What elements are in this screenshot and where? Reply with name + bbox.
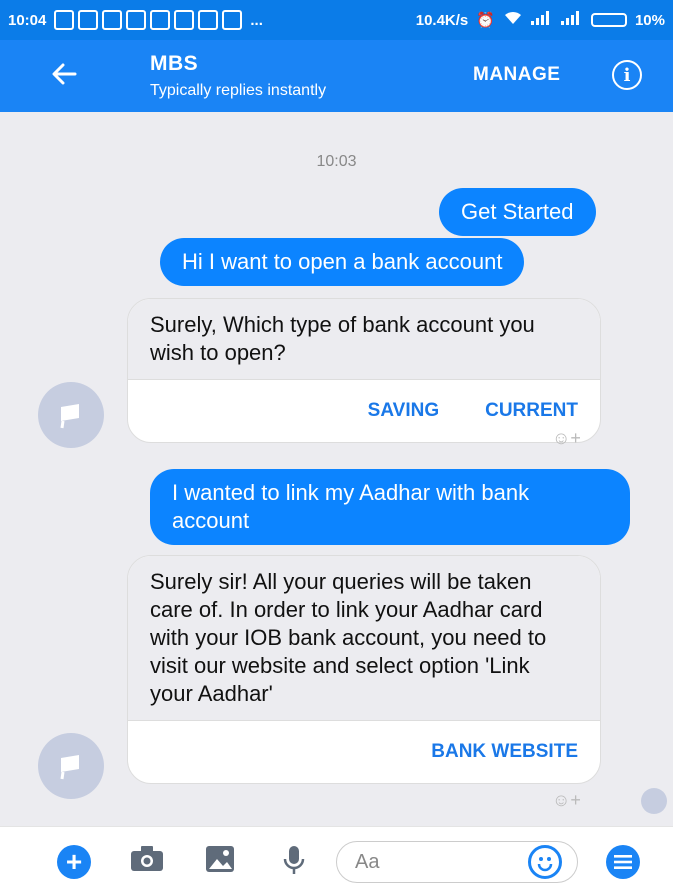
message-timestamp: 10:03: [316, 153, 357, 170]
outgoing-message[interactable]: I wanted to link my Aadhar with bank acc…: [150, 469, 630, 545]
info-icon[interactable]: i: [612, 60, 642, 90]
card-text: Surely sir! All your queries will be tak…: [128, 556, 600, 721]
notification-icons: [54, 10, 243, 30]
network-speed: 10.4K/s: [415, 11, 469, 29]
menu-icon[interactable]: [606, 845, 640, 879]
bank-website-button[interactable]: BANK WEBSITE: [431, 741, 578, 763]
app-notification-icon: [174, 10, 195, 30]
wifi-icon: [503, 10, 523, 30]
page-subtitle: Typically replies instantly: [150, 82, 327, 99]
outgoing-message[interactable]: Get Started: [439, 188, 596, 236]
card-actions: BANK WEBSITE: [128, 721, 600, 783]
plus-icon[interactable]: +: [57, 845, 91, 879]
gallery-icon[interactable]: [205, 845, 235, 873]
signal-icon: [560, 11, 583, 29]
app-notification-icon: [78, 10, 99, 30]
message-composer: + Aa: [0, 826, 673, 887]
more-notifications: ...: [250, 11, 263, 29]
facebook-notification-icon: [54, 10, 75, 30]
bot-message-card: Surely, Which type of bank account you w…: [127, 298, 601, 443]
chat-header: MBS Typically replies instantly MANAGE i: [0, 40, 673, 112]
app-notification-icon: [126, 10, 147, 30]
microphone-icon[interactable]: [283, 845, 305, 875]
alarm-icon: ⏰: [476, 12, 495, 29]
seen-avatar: [641, 788, 667, 814]
add-reaction-icon[interactable]: ☺+: [552, 428, 581, 449]
battery-icon: [590, 13, 627, 27]
bot-message-card: Surely sir! All your queries will be tak…: [127, 555, 601, 784]
card-actions: SAVING CURRENT: [128, 380, 600, 442]
app-notification-icon: [222, 10, 243, 30]
arrow-left-icon[interactable]: [46, 56, 82, 92]
battery-level: 10%: [634, 11, 665, 29]
app-notification-icon: [150, 10, 171, 30]
outgoing-message[interactable]: Hi I want to open a bank account: [160, 238, 525, 286]
signal-icon: [530, 11, 553, 29]
bot-avatar[interactable]: [38, 382, 104, 448]
add-reaction-icon[interactable]: ☺+: [552, 790, 581, 811]
manage-button[interactable]: MANAGE: [473, 64, 560, 86]
bot-avatar[interactable]: [38, 733, 104, 799]
saving-button[interactable]: SAVING: [368, 400, 439, 422]
page-title: MBS: [150, 52, 199, 75]
camera-icon[interactable]: [130, 845, 164, 873]
current-button[interactable]: CURRENT: [485, 400, 578, 422]
emoji-icon[interactable]: [528, 845, 562, 879]
app-notification-icon: [198, 10, 219, 30]
status-time: 10:04: [8, 11, 47, 29]
status-bar: 10:04 ... 10.4K/s ⏰ 10%: [0, 0, 673, 40]
card-text: Surely, Which type of bank account you w…: [128, 299, 600, 380]
app-notification-icon: [102, 10, 123, 30]
